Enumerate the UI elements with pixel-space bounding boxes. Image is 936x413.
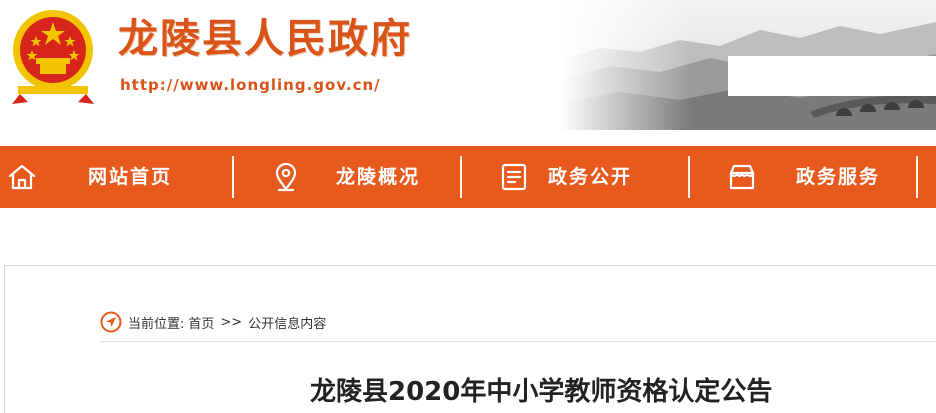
site-header: 龙陵县人民政府 http://www.longling.gov.cn/ [0, 0, 936, 146]
breadcrumb-prefix: 当前位置: [128, 316, 185, 332]
breadcrumb-divider [100, 341, 936, 342]
banner-blank-area [728, 56, 936, 96]
breadcrumb: 当前位置: 首页 >> 公开信息内容 [100, 310, 326, 334]
main-nav: 网站首页 龙陵概况 政务公开 政务服务 [0, 146, 936, 208]
nav-label-public-affairs[interactable]: 政务公开 [548, 165, 632, 189]
breadcrumb-current: 公开信息内容 [248, 316, 327, 332]
site-title[interactable]: 龙陵县人民政府 [118, 12, 412, 66]
document-list-icon [501, 163, 527, 191]
breadcrumb-separator: >> [220, 314, 243, 330]
nav-divider [232, 156, 234, 198]
nav-divider [460, 156, 462, 198]
nav-divider [688, 156, 690, 198]
service-box-icon [729, 164, 755, 190]
location-pin-icon [275, 162, 297, 192]
nav-label-home[interactable]: 网站首页 [88, 165, 172, 189]
nav-divider [916, 156, 918, 198]
nav-label-overview[interactable]: 龙陵概况 [336, 165, 420, 189]
breadcrumb-home-link[interactable]: 首页 [188, 313, 214, 332]
national-emblem-icon [12, 10, 94, 104]
home-icon [8, 164, 36, 190]
navigation-arrow-icon [100, 311, 122, 333]
article-title: 龙陵县2020年中小学教师资格认定公告 [310, 377, 773, 407]
nav-label-services[interactable]: 政务服务 [796, 165, 880, 189]
site-url[interactable]: http://www.longling.gov.cn/ [120, 76, 381, 94]
